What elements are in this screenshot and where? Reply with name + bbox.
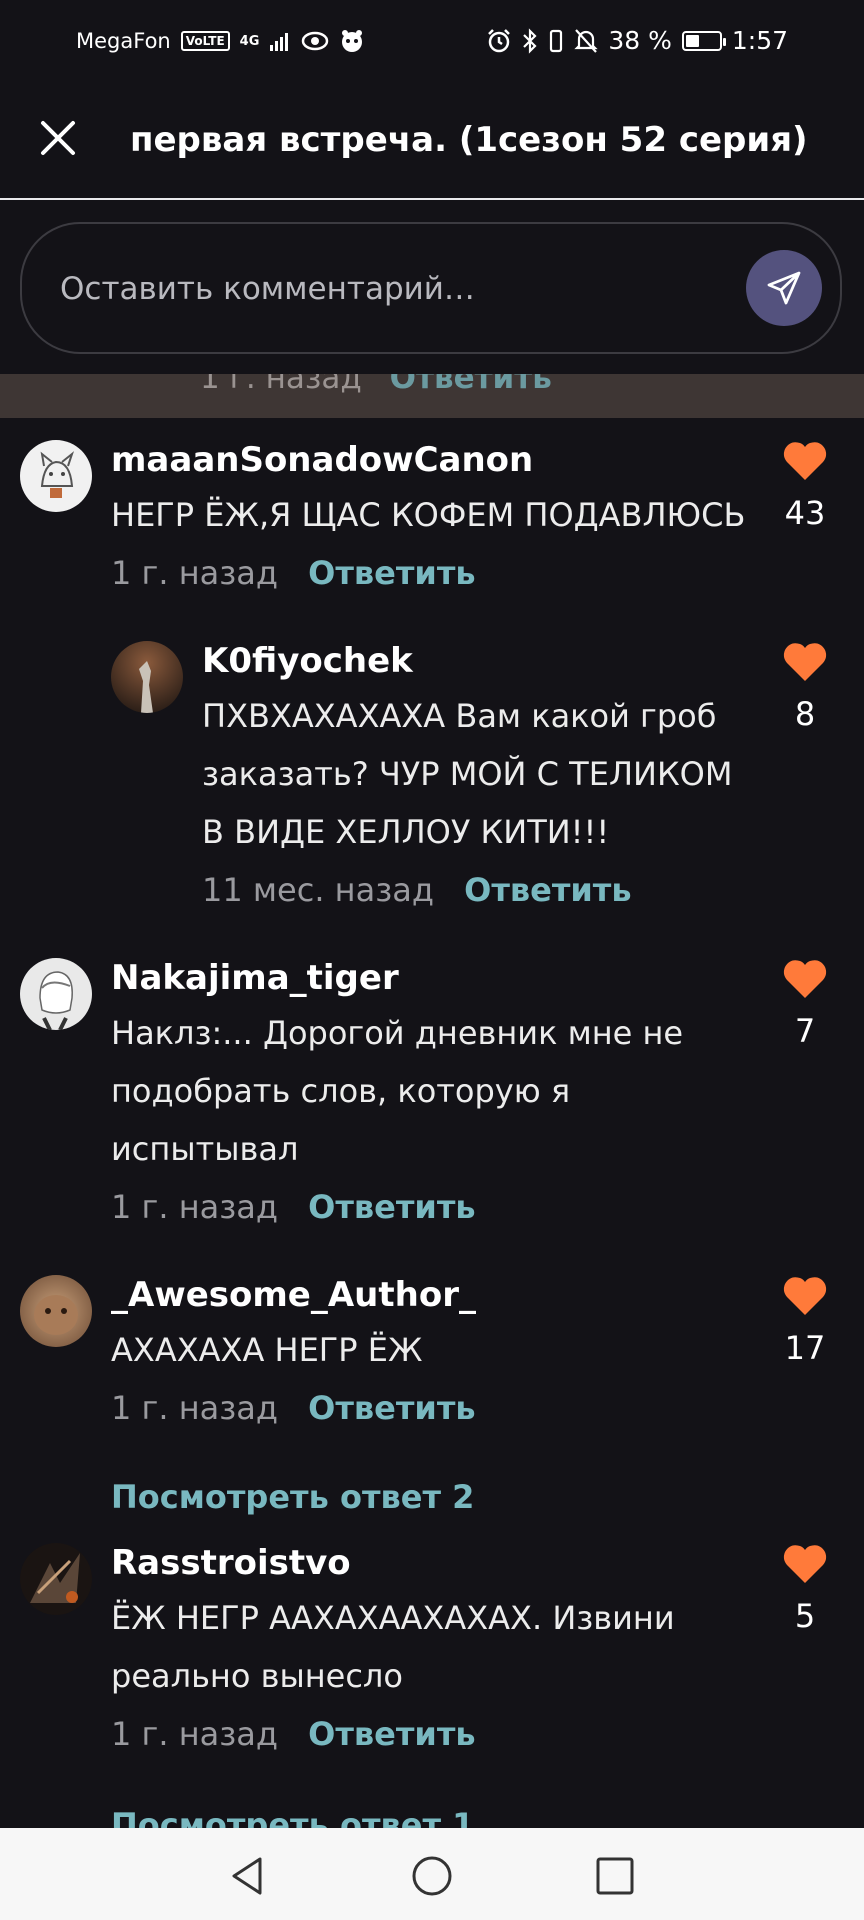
avatar[interactable] bbox=[111, 641, 183, 713]
reply-link[interactable]: Ответить bbox=[308, 1715, 475, 1753]
vibrate-icon bbox=[550, 29, 563, 52]
like-count: 43 bbox=[784, 494, 826, 532]
face-icon bbox=[342, 30, 363, 52]
like-button[interactable]: 17 bbox=[770, 1275, 840, 1367]
home-icon bbox=[412, 1856, 452, 1896]
like-button[interactable]: 43 bbox=[770, 440, 840, 532]
comment-body: Nakajima_tiger Наклз:... Дорогой дневник… bbox=[111, 958, 751, 1236]
back-icon bbox=[232, 1857, 262, 1895]
mute-icon bbox=[574, 28, 598, 53]
comment-body: maaanSonadowCanon НЕГР ЁЖ,Я ЩАС КОФЕМ ПО… bbox=[111, 440, 771, 602]
heart-icon bbox=[783, 1545, 827, 1583]
status-left: MegaFon VoLTE 4G bbox=[76, 28, 365, 54]
send-icon bbox=[767, 271, 801, 305]
header: первая встреча. (1сезон 52 серия) bbox=[0, 84, 864, 200]
partial-meta: 1 г. назад Ответить bbox=[200, 374, 552, 396]
username[interactable]: K0fiyochek bbox=[202, 641, 762, 681]
username[interactable]: Rasstroistvo bbox=[111, 1543, 751, 1583]
like-count: 17 bbox=[784, 1329, 826, 1367]
network-label: 4G bbox=[239, 33, 260, 49]
battery-percent: 38 % bbox=[608, 26, 672, 55]
view-replies-link[interactable]: Посмотреть ответ 2 bbox=[111, 1478, 474, 1516]
bluetooth-icon bbox=[523, 27, 537, 54]
reply-link[interactable]: Ответить bbox=[464, 871, 631, 909]
back-button[interactable] bbox=[218, 1846, 278, 1906]
like-button[interactable]: 5 bbox=[770, 1543, 840, 1635]
like-count: 5 bbox=[794, 1597, 816, 1635]
reply-link[interactable]: Ответить bbox=[390, 374, 552, 396]
comment-body: K0fiyochek ПХВХАХАХАХА Вам какой гроб за… bbox=[202, 641, 762, 919]
like-button[interactable]: 7 bbox=[770, 958, 840, 1050]
close-button[interactable] bbox=[32, 112, 84, 164]
comment-text: Наклз:... Дорогой дневник мне не подобра… bbox=[111, 1014, 684, 1168]
avatar[interactable] bbox=[20, 958, 92, 1030]
eye-icon bbox=[302, 31, 329, 51]
comment-text: ПХВХАХАХАХА Вам какой гроб заказать? ЧУР… bbox=[202, 697, 733, 851]
clock: 1:57 bbox=[731, 26, 788, 55]
home-button[interactable] bbox=[402, 1846, 462, 1906]
battery-icon bbox=[681, 30, 726, 51]
comment-text: НЕГР ЁЖ,Я ЩАС КОФЕМ ПОДАВЛЮСЬ bbox=[111, 496, 746, 534]
comment-body: _Awesome_Author_ АХАХАХА НЕГР ЁЖ 1 г. на… bbox=[111, 1275, 751, 1437]
like-count: 7 bbox=[794, 1012, 816, 1050]
page-title: первая встреча. (1сезон 52 серия) bbox=[130, 120, 808, 160]
recents-button[interactable] bbox=[585, 1846, 645, 1906]
send-button[interactable] bbox=[746, 250, 822, 326]
comment-meta: 1 г. назад Ответить bbox=[111, 1379, 751, 1437]
heart-icon bbox=[783, 1277, 827, 1315]
comment-body: Rasstroistvo ЁЖ НЕГР ААХАХААХАХАХ. Извин… bbox=[111, 1543, 751, 1763]
comment-time: 1 г. назад bbox=[111, 1188, 278, 1226]
username[interactable]: _Awesome_Author_ bbox=[111, 1275, 751, 1315]
comment-time: 1 г. назад bbox=[200, 374, 362, 396]
reply-link[interactable]: Ответить bbox=[308, 1389, 475, 1427]
comment-text: АХАХАХА НЕГР ЁЖ bbox=[111, 1331, 423, 1369]
status-right: 38 % 1:57 bbox=[486, 26, 788, 55]
volte-badge: VoLTE bbox=[180, 31, 230, 51]
like-count: 8 bbox=[794, 695, 816, 733]
close-icon bbox=[41, 121, 75, 155]
comment-time: 1 г. назад bbox=[111, 1389, 278, 1427]
comment-input[interactable] bbox=[58, 258, 742, 320]
status-bar: MegaFon VoLTE 4G 38 % 1:57 bbox=[0, 0, 864, 84]
reply-link[interactable]: Ответить bbox=[308, 554, 475, 592]
partial-comment-row: 1 г. назад Ответить bbox=[0, 374, 864, 418]
carrier-label: MegaFon bbox=[76, 29, 171, 53]
comment-meta: 11 мес. назад Ответить bbox=[202, 861, 762, 919]
comment-meta: 1 г. назад Ответить bbox=[111, 544, 771, 602]
comment-meta: 1 г. назад Ответить bbox=[111, 1705, 751, 1763]
heart-icon bbox=[783, 960, 827, 998]
avatar[interactable] bbox=[20, 1543, 92, 1615]
reply-link[interactable]: Ответить bbox=[308, 1188, 475, 1226]
signal-icon bbox=[270, 33, 289, 51]
comment-box bbox=[20, 222, 842, 354]
alarm-icon bbox=[488, 28, 511, 52]
comment-time: 1 г. назад bbox=[111, 1715, 278, 1753]
heart-icon bbox=[783, 442, 827, 480]
navigation-bar bbox=[0, 1828, 864, 1920]
avatar[interactable] bbox=[20, 1275, 92, 1347]
comment-text: ЁЖ НЕГР ААХАХААХАХАХ. Извини реально вын… bbox=[111, 1599, 675, 1695]
like-button[interactable]: 8 bbox=[770, 641, 840, 733]
comment-meta: 1 г. назад Ответить bbox=[111, 1178, 751, 1236]
comment-time: 1 г. назад bbox=[111, 554, 278, 592]
recents-icon bbox=[596, 1857, 634, 1895]
comment-time: 11 мес. назад bbox=[202, 871, 434, 909]
heart-icon bbox=[783, 643, 827, 681]
avatar[interactable] bbox=[20, 440, 92, 512]
username[interactable]: Nakajima_tiger bbox=[111, 958, 751, 998]
username[interactable]: maaanSonadowCanon bbox=[111, 440, 771, 480]
